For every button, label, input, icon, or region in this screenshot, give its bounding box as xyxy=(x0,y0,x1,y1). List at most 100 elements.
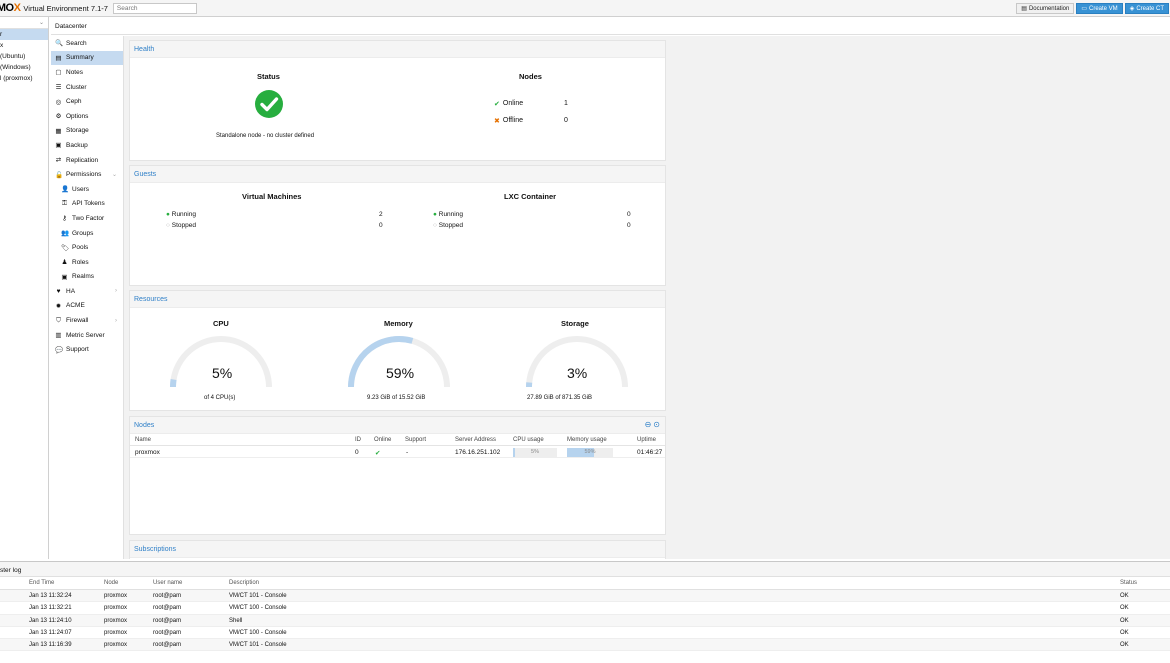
nav-label: Support xyxy=(66,346,89,354)
col-node[interactable]: Node xyxy=(104,580,118,586)
log-node: proxmox xyxy=(104,642,128,649)
nav-item-realms[interactable]: ▣ Realms xyxy=(51,270,123,285)
nav-item-summary[interactable]: ▤ Summary xyxy=(51,50,123,66)
log-status: OK xyxy=(1120,629,1129,636)
col-status[interactable]: Status xyxy=(1120,580,1137,586)
nav-item-pools[interactable]: 🏷 Pools xyxy=(51,240,123,255)
col-end-time[interactable]: End Time xyxy=(29,580,54,586)
tree-item[interactable]: l (proxmox) xyxy=(0,73,48,84)
online-check-icon: ✔ xyxy=(375,450,381,457)
vm-title: Virtual Machines xyxy=(242,192,302,201)
nav-label: Permissions xyxy=(66,171,102,179)
nav-item-replication[interactable]: ⇄ Replication xyxy=(51,153,123,168)
health-panel: Health Status Standalone node - no clust… xyxy=(129,40,666,161)
nav-item-two-factor[interactable]: ⚷ Two Factor xyxy=(51,211,123,226)
storage-title: Storage xyxy=(561,319,589,328)
log-row[interactable]: Jan 13 11:24:10 proxmox root@pam Shell OK xyxy=(0,614,1170,627)
nav-item-roles[interactable]: ♟ Roles xyxy=(51,255,123,270)
book-icon: ▤ xyxy=(1021,6,1027,12)
cpu-title: CPU xyxy=(213,319,229,328)
resources-header: Resources xyxy=(130,291,665,308)
status-title: Status xyxy=(257,72,280,81)
top-bar: XMOX Virtual Environment 7.1-7 ▤Document… xyxy=(0,0,1170,17)
unlock-icon: 🔓 xyxy=(55,171,64,179)
col-online[interactable]: Online xyxy=(374,437,391,443)
nav-item-permissions[interactable]: 🔓 Permissions ⌄ xyxy=(51,167,123,182)
col-address[interactable]: Server Address xyxy=(455,437,496,443)
users-icon: 👥 xyxy=(61,230,70,238)
guests-header: Guests xyxy=(130,166,665,183)
nav-item-cluster[interactable]: ☰ Cluster xyxy=(51,80,123,95)
cube-icon: ◈ xyxy=(1129,6,1135,12)
view-selector[interactable]: ⌄ xyxy=(0,17,48,29)
log-end-time: Jan 13 11:16:39 xyxy=(29,642,72,649)
log-status: OK xyxy=(1120,605,1129,612)
log-row[interactable]: Jan 13 11:16:39 proxmox root@pam VM/CT 101 … xyxy=(0,639,1170,652)
nav-label: Cluster xyxy=(66,83,87,91)
online-row: ✔ Online xyxy=(494,100,524,108)
nav-item-notes[interactable]: ▢ Notes xyxy=(51,65,123,80)
nav-label: Realms xyxy=(72,273,95,281)
log-user: root@pam xyxy=(153,642,182,649)
node-support: - xyxy=(406,449,409,456)
col-uptime[interactable]: Uptime xyxy=(637,437,656,443)
bar-chart-icon: ▥ xyxy=(55,332,62,340)
key-icon: ⚷ xyxy=(62,215,67,223)
nav-item-api-tokens[interactable]: ⚿ API Tokens xyxy=(51,197,123,212)
expand-arrow-icon: › xyxy=(115,288,117,295)
search-input[interactable] xyxy=(112,2,197,14)
subscriptions-header: Subscriptions xyxy=(130,541,665,558)
col-user[interactable]: User name xyxy=(153,580,182,586)
male-icon: ♟ xyxy=(61,259,68,267)
lxc-running-count: 0 xyxy=(627,211,631,218)
collapse-icon[interactable]: ⊖ xyxy=(645,420,652,429)
log-status: OK xyxy=(1120,617,1129,624)
col-cpu[interactable]: CPU usage xyxy=(513,437,544,443)
storage-gauge xyxy=(526,336,628,388)
nav-label: Firewall xyxy=(66,317,89,325)
nav-label: Storage xyxy=(66,127,89,135)
log-end-time: Jan 13 11:32:24 xyxy=(29,593,72,599)
summary-view: Health Status Standalone node - no clust… xyxy=(124,36,1170,559)
create-ct-button[interactable]: ◈ Create CT xyxy=(1124,3,1169,14)
documentation-button[interactable]: ▤ Documentation xyxy=(1016,3,1075,14)
tree-item[interactable]: x xyxy=(0,40,48,51)
nav-item-ha[interactable]: ♥ HA › xyxy=(51,284,123,299)
shield-icon: ⛉ xyxy=(56,316,61,324)
log-row[interactable]: Jan 13 11:32:21 proxmox root@pam VM/CT 100 … xyxy=(0,602,1170,615)
log-row[interactable]: Jan 13 11:24:07 proxmox root@pam VM/CT 100 … xyxy=(0,627,1170,640)
table-row[interactable]: proxmox 0 ✔ - 176.16.251.102 5% 59% 01:4… xyxy=(130,446,665,458)
nav-item-ceph[interactable]: ◎ Ceph xyxy=(51,94,123,109)
create-vm-button[interactable]: ▭ Create VM xyxy=(1076,3,1123,14)
col-description[interactable]: Description xyxy=(229,580,259,586)
col-id[interactable]: ID xyxy=(355,437,361,443)
tree-item[interactable]: r xyxy=(0,29,48,40)
nav-label: Summary xyxy=(66,54,94,62)
lxc-running-label: ● Running xyxy=(433,211,463,218)
nav-item-firewall[interactable]: ⛉ Firewall › xyxy=(51,313,123,328)
log-row[interactable]: Jan 13 11:32:24 proxmox root@pam VM/CT 101 … xyxy=(0,590,1170,603)
nav-item-support[interactable]: 💬 Support xyxy=(51,342,123,357)
expand-icon[interactable]: ⊙ xyxy=(653,420,660,429)
cpu-usage-bar: 5% xyxy=(513,448,557,457)
nav-label: Options xyxy=(66,112,89,120)
col-name[interactable]: Name xyxy=(135,437,151,443)
col-memory[interactable]: Memory usage xyxy=(567,437,607,443)
nav-item-metric-server[interactable]: ▥ Metric Server xyxy=(51,328,123,343)
node-address: 176.16.251.102 xyxy=(455,449,501,456)
log-description: VM/CT 100 - Console xyxy=(229,629,287,636)
node-uptime: 01:46:27 xyxy=(637,449,663,456)
nav-item-acme[interactable]: ✹ ACME xyxy=(51,299,123,314)
nav-item-backup[interactable]: ▣ Backup xyxy=(51,138,123,153)
tree-item[interactable]: (Windows) xyxy=(0,62,48,73)
nav-label: Two Factor xyxy=(72,214,105,222)
resources-panel: Resources CPU Memory Storage 5% 59% 3% o… xyxy=(129,290,666,411)
nav-item-search[interactable]: 🔍 Search xyxy=(51,36,123,51)
nav-item-options[interactable]: ⚙ Options xyxy=(51,109,123,124)
tree-item[interactable]: (Ubuntu) xyxy=(0,51,48,62)
nav-item-users[interactable]: 👤 Users xyxy=(51,182,123,197)
col-support[interactable]: Support xyxy=(405,437,426,443)
nav-item-groups[interactable]: 👥 Groups xyxy=(51,226,123,241)
nav-item-storage[interactable]: ▦ Storage xyxy=(51,124,123,139)
offline-count: 0 xyxy=(564,117,568,124)
